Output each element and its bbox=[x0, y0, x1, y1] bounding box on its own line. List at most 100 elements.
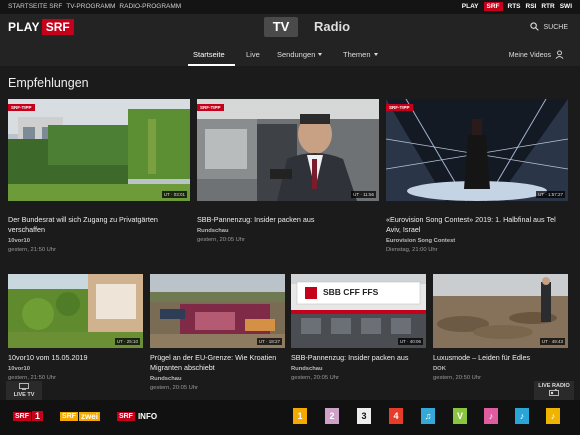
user-icon bbox=[555, 50, 564, 61]
radio-swiss-pop-logo[interactable]: ♪ bbox=[484, 408, 498, 424]
header: PLAY SRF TV Radio SUCHE Startseite Live … bbox=[0, 14, 580, 66]
video-show: Rundschau bbox=[291, 366, 323, 372]
video-thumbnail: SRF-TIPP UT · 03:01 bbox=[8, 99, 190, 201]
chevron-down-icon bbox=[318, 53, 323, 56]
video-card[interactable]: UT · 18:27 Prügel an der EU-Grenze: Wie … bbox=[150, 274, 285, 391]
brand-play[interactable]: PLAY bbox=[462, 3, 479, 10]
srf-tipp-badge: SRF-TIPP bbox=[8, 104, 35, 111]
video-thumbnail: UT · 18:27 bbox=[150, 274, 285, 348]
video-card[interactable]: UT · 49:43 Luxusmode – Leiden für Edles … bbox=[433, 274, 568, 381]
channel-srfzwei[interactable]: SRF zwei bbox=[58, 408, 102, 424]
section-title: Empfehlungen bbox=[8, 76, 89, 90]
video-title: «Eurovision Song Contest» 2019: 1. Halbf… bbox=[386, 215, 556, 234]
radio-virus-logo[interactable]: V bbox=[453, 408, 467, 424]
radio-srf1-logo[interactable]: 1 bbox=[293, 408, 307, 424]
video-card[interactable]: SRF-TIPP UT · 03:01 Der Bundesrat will s… bbox=[8, 99, 190, 253]
brand-rts[interactable]: RTS bbox=[508, 3, 521, 10]
video-show: 10vor10 bbox=[8, 238, 30, 244]
video-show: Rundschau bbox=[197, 228, 229, 234]
active-tab-indicator bbox=[188, 64, 235, 66]
video-title: Luxusmode – Leiden für Edles bbox=[433, 353, 531, 362]
brand-srf[interactable]: SRF bbox=[483, 2, 503, 11]
duration-badge: UT · 49:43 bbox=[539, 338, 565, 345]
nav-themen[interactable]: Themen bbox=[343, 50, 378, 59]
nav-live[interactable]: Live bbox=[246, 50, 260, 59]
radio-icon bbox=[549, 388, 559, 398]
srf-tipp-badge: SRF-TIPP bbox=[197, 104, 224, 111]
link-tv-programm[interactable]: TV-PROGRAMM bbox=[66, 3, 115, 10]
my-videos-button[interactable]: Meine Videos bbox=[509, 50, 564, 61]
video-date: gestern, 21:50 Uhr bbox=[8, 247, 57, 253]
video-show: 10vor10 bbox=[8, 366, 30, 372]
duration-badge: UT · 03:01 bbox=[161, 191, 187, 198]
srf1-suffix: 1 bbox=[31, 411, 43, 421]
video-title: Der Bundesrat will sich Zugang zu Privat… bbox=[8, 215, 158, 234]
my-videos-label: Meine Videos bbox=[508, 52, 551, 59]
video-card[interactable]: SBB CFF FFS UT · 40:06 SBB-Pannenzug: In… bbox=[291, 274, 426, 381]
video-thumbnail: SRF-TIPP UT · 11:56 bbox=[197, 99, 379, 201]
srfzwei-brand: SRF bbox=[60, 411, 79, 421]
video-show: Eurovision Song Contest bbox=[386, 238, 456, 244]
video-card[interactable]: UT · 25:10 10vor10 vom 15.05.2019 10vor1… bbox=[8, 274, 143, 381]
video-show: DOK bbox=[433, 366, 446, 372]
nav-sendungen-label: Sendungen bbox=[277, 50, 316, 59]
radio-swiss-classic-logo[interactable]: ♪ bbox=[515, 408, 529, 424]
brand-bar: PLAY SRF RTS RSI RTR SWI bbox=[462, 2, 572, 11]
live-tv-tab[interactable]: LIVE TV bbox=[6, 381, 42, 400]
live-radio-tab[interactable]: LIVE RADIO bbox=[534, 381, 574, 400]
tv-icon bbox=[19, 383, 29, 392]
search-button[interactable]: SUCHE bbox=[530, 22, 568, 33]
video-card[interactable]: SRF-TIPP UT · 1:57:27 «Eurovision Song C… bbox=[386, 99, 568, 253]
play-srf-logo[interactable]: PLAY SRF bbox=[8, 19, 74, 35]
radio-musikwelle-logo[interactable]: ♫ bbox=[421, 408, 435, 424]
radio-srf2-logo[interactable]: 2 bbox=[325, 408, 339, 424]
brand-rtr[interactable]: RTR bbox=[541, 3, 554, 10]
video-title: Prügel an der EU-Grenze: Wie Kroatien Mi… bbox=[150, 353, 277, 372]
video-date: Dienstag, 21:00 Uhr bbox=[386, 247, 438, 253]
srf1-brand: SRF bbox=[12, 411, 31, 421]
tv-switch-button[interactable]: TV bbox=[264, 17, 298, 37]
srf-tipp-badge: SRF-TIPP bbox=[386, 104, 413, 111]
sub-navigation: Startseite Live Sendungen Themen Meine V… bbox=[0, 47, 580, 66]
brand-rsi[interactable]: RSI bbox=[526, 3, 537, 10]
logo-play-text: PLAY bbox=[8, 20, 40, 34]
video-thumbnail: UT · 49:43 bbox=[433, 274, 568, 348]
chevron-down-icon bbox=[373, 53, 378, 56]
live-tv-label: LIVE TV bbox=[13, 392, 35, 398]
sbb-sign-text: SBB CFF FFS bbox=[323, 287, 379, 297]
video-date: gestern, 20:05 Uhr bbox=[150, 385, 199, 391]
top-links: STARTSEITE SRF TV-PROGRAMM RADIO-PROGRAM… bbox=[8, 3, 181, 10]
video-date: gestern, 20:05 Uhr bbox=[197, 237, 246, 243]
video-title: SBB-Pannenzug: Insider packen aus bbox=[197, 215, 315, 224]
radio-swiss-jazz-logo[interactable]: ♪ bbox=[546, 408, 560, 424]
duration-badge: UT · 11:56 bbox=[351, 191, 376, 198]
search-label: SUCHE bbox=[543, 24, 568, 31]
video-title: SBB-Pannenzug: Insider packen aus bbox=[291, 353, 409, 362]
nav-themen-label: Themen bbox=[343, 50, 371, 59]
radio-srf4-logo[interactable]: 4 bbox=[389, 408, 403, 424]
video-thumbnail: SRF-TIPP UT · 1:57:27 bbox=[386, 99, 568, 201]
channel-srfinfo[interactable]: SRF INFO bbox=[116, 408, 158, 424]
duration-badge: UT · 40:06 bbox=[397, 338, 423, 345]
nav-startseite[interactable]: Startseite bbox=[193, 50, 225, 59]
nav-live-label: Live bbox=[246, 50, 260, 59]
video-card[interactable]: SRF-TIPP UT · 11:56 SBB-Pannenzug: Insid… bbox=[197, 99, 379, 243]
nav-sendungen[interactable]: Sendungen bbox=[277, 50, 323, 59]
duration-badge: UT · 18:27 bbox=[256, 338, 282, 345]
video-title: 10vor10 vom 15.05.2019 bbox=[8, 353, 88, 362]
channel-srf1[interactable]: SRF 1 bbox=[10, 408, 46, 424]
video-thumbnail: UT · 25:10 bbox=[8, 274, 143, 348]
radio-switch-button[interactable]: Radio bbox=[314, 17, 350, 37]
radio-srf3-logo[interactable]: 3 bbox=[357, 408, 371, 424]
link-radio-programm[interactable]: RADIO-PROGRAMM bbox=[119, 3, 181, 10]
srfzwei-suffix: zwei bbox=[79, 411, 100, 421]
video-thumbnail: SBB CFF FFS UT · 40:06 bbox=[291, 274, 426, 348]
srfinfo-brand: SRF bbox=[116, 411, 135, 421]
search-icon bbox=[530, 22, 540, 33]
logo-srf-text: SRF bbox=[41, 19, 74, 35]
duration-badge: UT · 25:10 bbox=[114, 338, 140, 345]
brand-swi[interactable]: SWI bbox=[560, 3, 572, 10]
srfinfo-suffix: INFO bbox=[137, 411, 158, 421]
link-startseite-srf[interactable]: STARTSEITE SRF bbox=[8, 3, 62, 10]
video-date: gestern, 20:05 Uhr bbox=[291, 375, 340, 381]
